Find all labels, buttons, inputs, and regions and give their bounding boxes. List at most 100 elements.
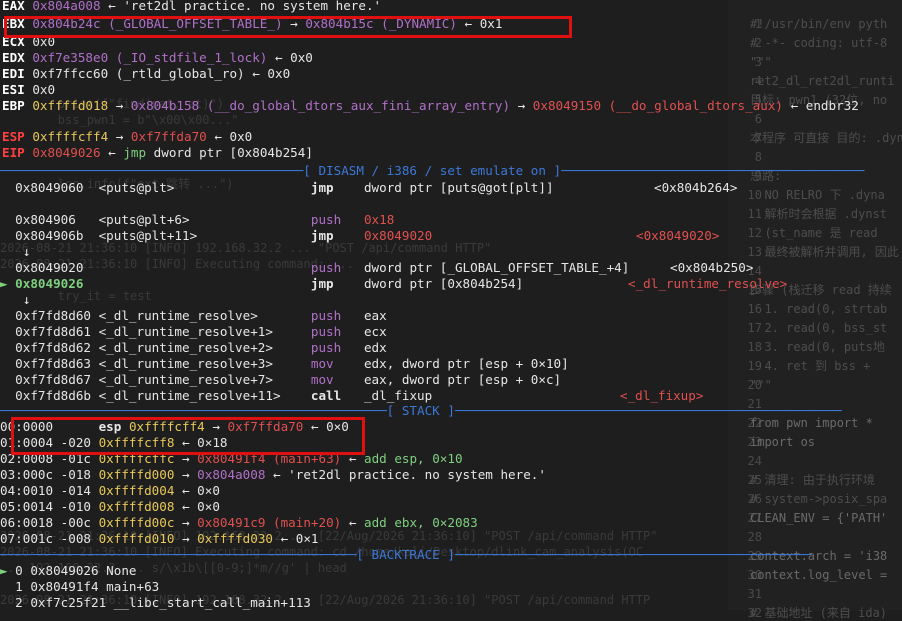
disasm-operands: ecx <box>363 324 387 339</box>
register-row-ebp: EBP 0xffffd018 → 0x804b158 (__do_global_… <box>2 98 859 114</box>
backtrace-index: 1 <box>15 579 31 594</box>
editor-line-code: 1. read(0, strtab <box>750 302 888 316</box>
disasm-row: 0x8049060 <puts@plt> jmp dword ptr [puts… <box>0 180 554 196</box>
down-arrow-icon: ↓ <box>0 244 31 259</box>
register-value: ← <box>100 0 124 13</box>
backtrace-row: ► 0 0x8049026 None <box>0 563 137 579</box>
stack-value: add ebx, 0×2083 <box>363 515 478 530</box>
stack-value: ← <box>174 499 198 514</box>
backtrace-symbol: main+63 <box>106 579 160 594</box>
ghost-text: bss_pwn1 = b"\x00\x00..." <box>0 113 239 127</box>
backtrace-symbol: __libc_start_call_main+113 <box>113 595 311 610</box>
disasm-target: <_dl_fixup> <box>620 388 703 404</box>
disasm-target: <0x804b264> <box>654 180 737 196</box>
disasm-row: 0xf7fd8d62 <_dl_runtime_resolve+2> push … <box>0 340 387 356</box>
register-row-eip: EIP 0x8049026 ← jmp dword ptr [0x804b254… <box>2 145 313 161</box>
disasm-mnemonic: jmp <box>310 228 364 243</box>
editor-line-code: 解析时会根据 .dynst <box>750 207 888 221</box>
disasm-target-label: <0x8049020> <box>636 228 720 243</box>
register-row-esp: ESP 0xffffcff4 → 0xf7ffda70 ← 0x0 <box>2 129 252 145</box>
stack-value: ← <box>273 531 296 546</box>
disasm-operands: eax <box>363 308 387 323</box>
disasm-row: 0xf7fd8d60 <_dl_runtime_resolve> push ea… <box>0 308 387 324</box>
disasm-symbol: <_dl_runtime_resolve+3> <box>98 356 311 371</box>
backtrace-address: 0xf7c25f21 <box>30 595 114 610</box>
register-name: EAX <box>2 0 33 13</box>
disasm-address: 0x8049026 <box>15 276 99 291</box>
editor-line-code: (st_name 是 read <box>750 226 878 240</box>
stack-address: 0xffffd000 <box>98 467 175 482</box>
disasm-mnemonic: call <box>310 388 364 403</box>
disasm-address: 0xf7fd8d62 <box>15 340 99 355</box>
disasm-address: 0x804906b <box>15 228 99 243</box>
disasm-address: 0xf7fd8d6b <box>15 388 99 403</box>
disasm-symbol: <puts@plt> <box>98 180 311 195</box>
register-value: ← <box>206 129 230 144</box>
disasm-row: 0xf7fd8d61 <_dl_runtime_resolve+1> push … <box>0 324 387 340</box>
stack-offset: -010 <box>60 499 99 514</box>
stack-index: 04:0010 <box>0 483 61 498</box>
stack-value: ← <box>341 515 364 530</box>
disasm-mnemonic: mov <box>310 356 364 371</box>
disasm-address: 0xf7fd8d61 <box>15 324 99 339</box>
gutter <box>0 180 15 195</box>
stack-value: 0×0 <box>197 483 220 498</box>
disasm-mnemonic: push <box>310 212 364 227</box>
register-value: dword ptr [0x804b254] <box>146 145 313 160</box>
disasm-operands: dword ptr [0x804b254] <box>363 276 524 291</box>
disasm-target-label: <_dl_runtime_resolve> <box>628 276 788 291</box>
register-value: → <box>510 98 533 113</box>
stack-value: 0xffffd030 <box>197 531 273 546</box>
backtrace-address: 0x8049026 <box>30 563 107 578</box>
disasm-operands: _dl_fixup <box>363 388 433 403</box>
disasm-mnemonic: push <box>310 308 364 323</box>
stack-value: ← <box>174 483 198 498</box>
disasm-row: 0x804906 <puts@plt+6> push 0x18 <box>0 212 394 228</box>
disasm-address: 0x804906 <box>15 212 99 227</box>
disasm-operands: dword ptr [puts@got[plt]] <box>363 180 554 195</box>
register-row-eax: EAX 0x804a008 ← 'ret2dl practice. no sys… <box>2 0 381 14</box>
disasm-target-label: <0x804b250> <box>670 260 754 275</box>
disasm-mnemonic: push <box>310 260 364 275</box>
register-value: 0x0 <box>290 50 313 65</box>
editor-line-code: ret2_dl_ret2dl_runti <box>750 74 895 88</box>
disasm-target-label: <_dl_fixup> <box>620 388 704 403</box>
editor-line-code: 本程序 可直接 目的: .dyna <box>750 131 902 145</box>
stack-address: 0xffffd00c <box>98 515 175 530</box>
editor-line-code: context.log_level = <box>750 568 888 582</box>
disasm-target: <0x8049020> <box>636 228 719 244</box>
stack-index: 05:0014 <box>0 499 61 514</box>
stack-value: add esp, 0×10 <box>363 451 463 466</box>
gutter <box>0 260 15 275</box>
disasm-operands: edx, dword ptr [esp + 0×10] <box>363 356 569 371</box>
register-name: ESP <box>2 129 33 144</box>
disasm-address: 0x8049020 <box>15 260 99 275</box>
register-value: 0x804a008 <box>32 0 101 13</box>
register-value: jmp <box>123 145 147 160</box>
backtrace-separator: ────────────────────────────────────────… <box>0 547 812 562</box>
editor-line-code: # 清理: 由于执行环境 <box>750 473 875 487</box>
register-name: EDI <box>2 66 33 81</box>
editor-line-number: 28 <box>747 530 762 544</box>
backtrace-marker: ► <box>0 563 16 578</box>
disasm-operands: edx <box>363 340 387 355</box>
disasm-symbol: <_dl_runtime_resolve+1> <box>98 324 311 339</box>
gutter <box>0 356 15 371</box>
stack-value: 0×0 <box>197 499 220 514</box>
register-value: ← <box>244 66 268 81</box>
disasm-address: 0xf7fd8d67 <box>15 372 99 387</box>
disasm-operands: 0x18 <box>363 212 395 227</box>
editor-line-code: import os <box>750 435 816 449</box>
register-value: ← <box>100 145 124 160</box>
disasm-mnemonic: mov <box>310 372 364 387</box>
stack-highlight-box <box>11 417 365 455</box>
disasm-symbol: <puts@plt+11> <box>98 228 311 243</box>
editor-line-code: #!/usr/bin/env pyth <box>750 17 888 31</box>
disasm-address: 0xf7fd8d60 <box>15 308 99 323</box>
register-name: EDX <box>2 50 33 65</box>
register-name: EBP <box>2 98 33 113</box>
register-value: ← <box>783 98 806 113</box>
backtrace-address: 0x80491f4 <box>30 579 107 594</box>
editor-line-code: 2. read(0, bss_st <box>750 321 888 335</box>
register-value: 0xf7ffcc60 (_rtld_global_ro) <box>32 66 245 81</box>
